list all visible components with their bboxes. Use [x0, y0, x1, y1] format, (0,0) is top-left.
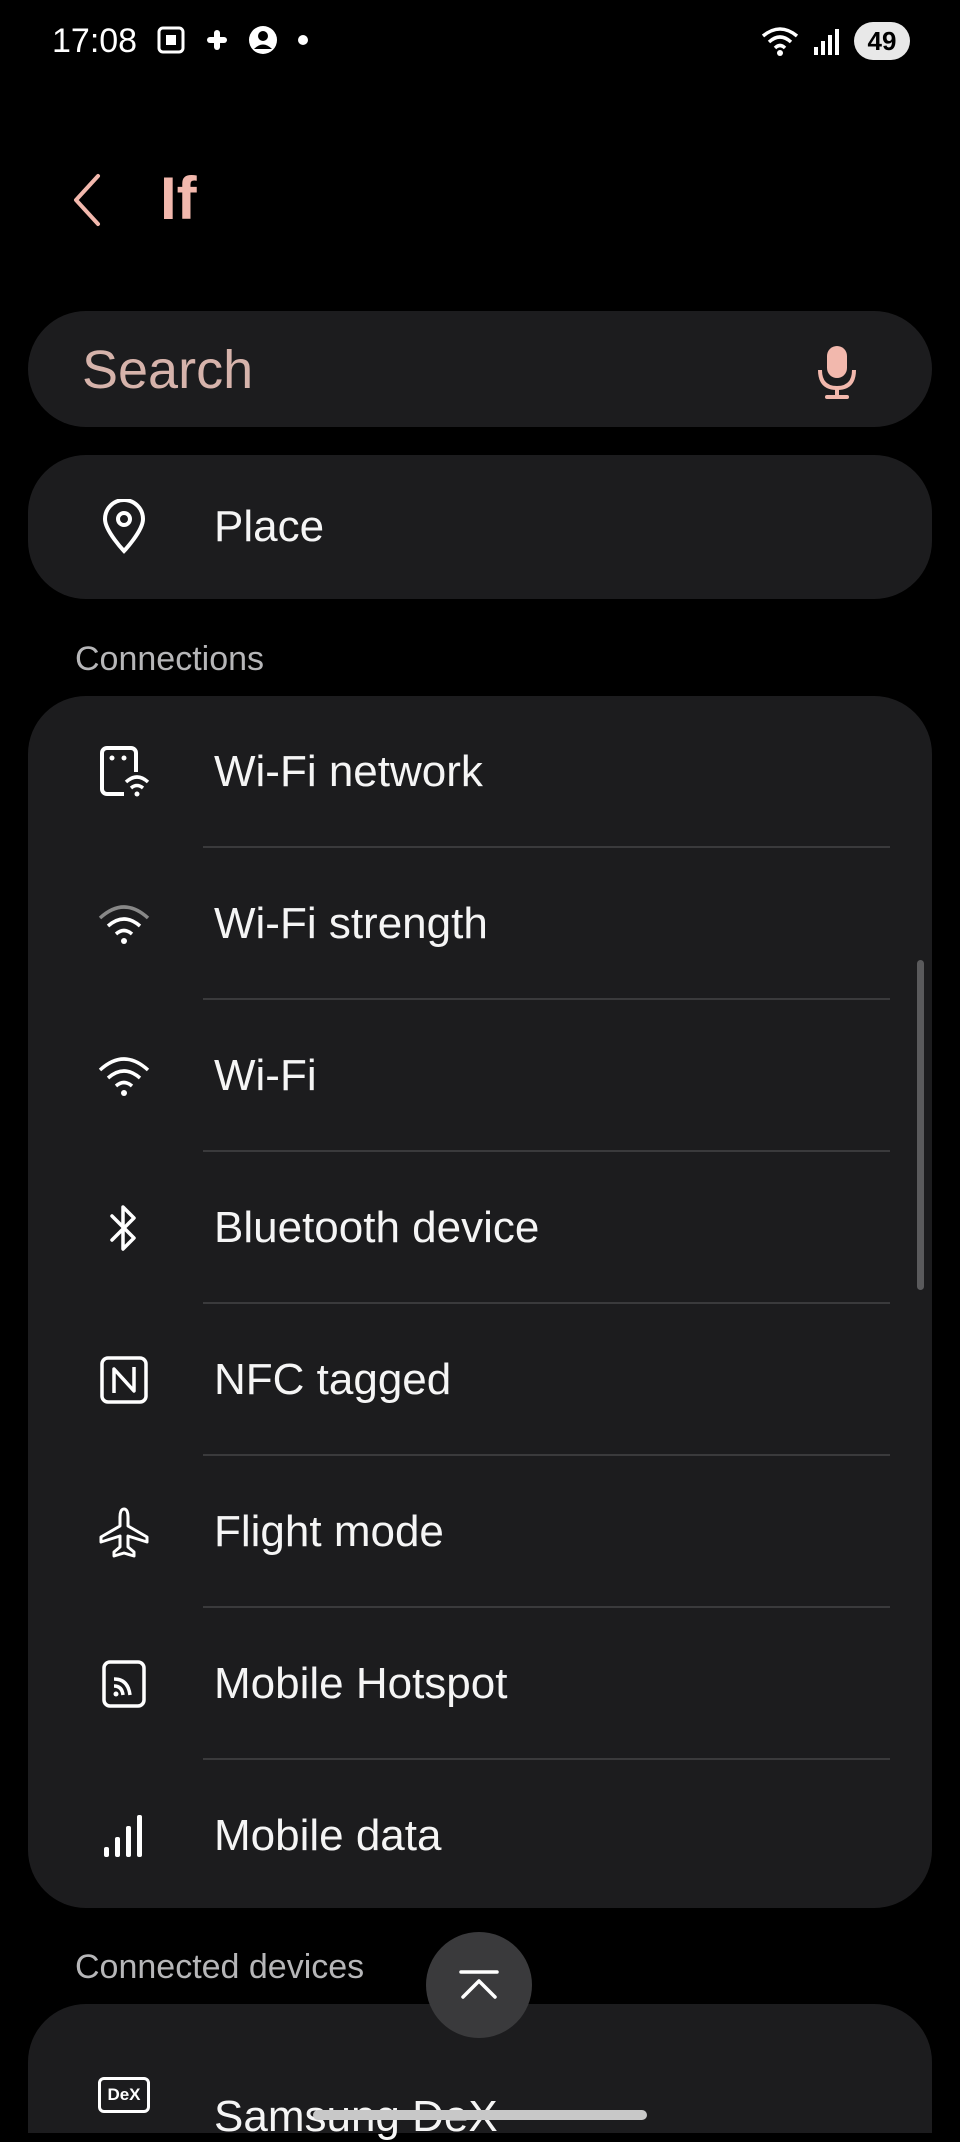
hotspot-icon — [96, 1656, 152, 1712]
list-item-label: Mobile Hotspot — [214, 1659, 508, 1708]
list-item-wifi[interactable]: Wi-Fi — [28, 1000, 932, 1152]
list-item-label: Wi-Fi — [214, 1051, 317, 1100]
list-item-label: NFC tagged — [214, 1355, 452, 1404]
list-item-label: Flight mode — [214, 1507, 444, 1556]
list-item-label: Place — [214, 502, 325, 551]
list-item-mobile-hotspot[interactable]: Mobile Hotspot — [28, 1608, 932, 1760]
dex-icon: DeX — [96, 2073, 152, 2133]
notification-icons — [155, 24, 313, 56]
list-item-wifi-strength[interactable]: Wi-Fi strength — [28, 848, 932, 1000]
account-icon — [249, 26, 277, 54]
nfc-icon — [96, 1352, 152, 1408]
place-card: Place — [28, 455, 932, 599]
search-input[interactable] — [80, 311, 784, 429]
list-item-label: Wi-Fi network — [214, 747, 483, 796]
list-item-place[interactable]: Place — [28, 455, 932, 599]
search-bar[interactable] — [28, 311, 932, 429]
home-indicator[interactable] — [313, 2110, 647, 2120]
microphone-icon — [818, 346, 856, 399]
list-item-flight-mode[interactable]: Flight mode — [28, 1456, 932, 1608]
status-time: 17:08 — [52, 22, 138, 60]
wifi-status-icon — [761, 27, 799, 56]
back-button[interactable] — [70, 170, 120, 230]
section-title-connected-devices: Connected devices — [75, 1948, 365, 1986]
list-item-label: Bluetooth device — [214, 1203, 540, 1252]
slack-icon — [207, 30, 227, 50]
bluetooth-icon — [96, 1200, 152, 1256]
signal-bars-icon — [96, 1808, 152, 1864]
list-item-bluetooth-device[interactable]: Bluetooth device — [28, 1152, 932, 1304]
chevron-up-icon — [459, 1970, 499, 1999]
status-bar: 17:08 49 — [0, 0, 960, 90]
scroll-to-top-button[interactable] — [426, 1932, 532, 2038]
screenshot-icon — [157, 26, 185, 54]
wifi-network-icon — [96, 744, 152, 800]
dot-icon — [298, 35, 308, 45]
wifi-strength-icon — [96, 896, 152, 952]
section-title-connections: Connections — [75, 640, 265, 678]
list-item-label: Wi-Fi strength — [214, 899, 488, 948]
page-title: If — [160, 165, 197, 232]
airplane-icon — [96, 1504, 152, 1560]
list-item-mobile-data[interactable]: Mobile data — [28, 1760, 932, 1912]
list-item-label: Mobile data — [214, 1811, 442, 1860]
chevron-left-icon — [74, 174, 100, 226]
cellular-signal-icon — [814, 29, 839, 55]
wifi-icon — [96, 1048, 152, 1104]
location-pin-icon — [96, 499, 152, 555]
list-item-nfc-tagged[interactable]: NFC tagged — [28, 1304, 932, 1456]
battery-indicator: 49 — [854, 22, 910, 60]
scrollbar[interactable] — [917, 960, 924, 1290]
app-header: If — [0, 150, 960, 250]
connections-card: Wi-Fi network Wi-Fi strength Wi-Fi Bluet… — [28, 696, 932, 1908]
system-icons: 49 — [760, 22, 910, 60]
list-item-wifi-network[interactable]: Wi-Fi network — [28, 696, 932, 848]
voice-search-button[interactable] — [812, 344, 862, 400]
